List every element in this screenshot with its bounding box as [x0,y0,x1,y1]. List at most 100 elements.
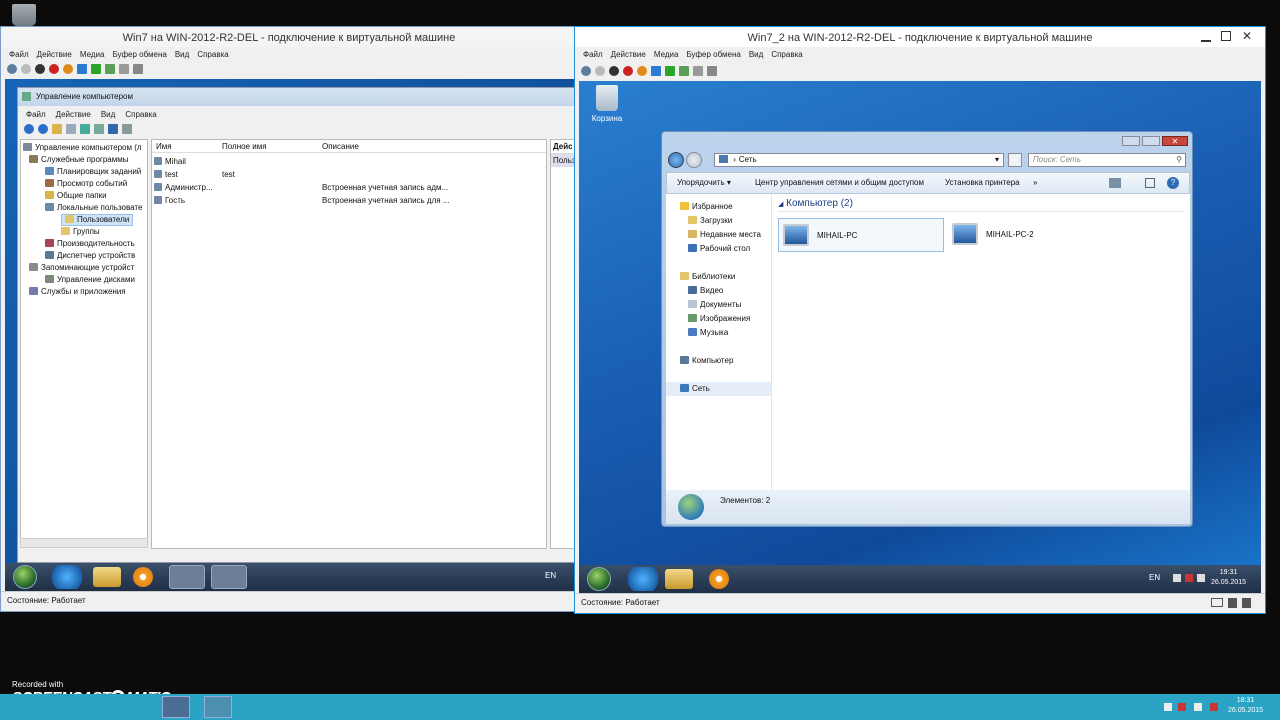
vm2-menu-file[interactable]: Файл [583,50,603,59]
nav-computer[interactable]: Компьютер [666,354,771,368]
taskbar-explorer-icon[interactable] [93,567,121,587]
col-name[interactable]: Имя [156,140,172,153]
nav-recent-places[interactable]: Недавние места [666,228,771,242]
properties-icon[interactable] [122,124,132,134]
view-options-icon[interactable] [1109,178,1121,188]
vm2-menu-action[interactable]: Действие [611,50,646,59]
vm2-menu-clipboard[interactable]: Буфер обмена [686,50,740,59]
col-fullname[interactable]: Полное имя [222,140,267,153]
vm1-menu-media[interactable]: Медиа [80,50,105,59]
address-bar[interactable]: › Сеть ▾ [714,153,1004,167]
mmc-menu-view[interactable]: Вид [101,110,115,119]
table-row[interactable]: Администр... Встроенная учетная запись а… [152,181,546,194]
computer-item[interactable]: MIHAIL-PC [778,218,944,252]
tree-item-performance[interactable]: Производительность [21,238,147,250]
table-row[interactable]: test test [152,168,546,181]
host-tray-flag-icon[interactable] [1164,703,1172,711]
tree-item-disk-management[interactable]: Управление дисками [21,274,147,286]
taskbar-media-player-icon[interactable] [133,567,153,587]
pause-icon[interactable] [651,66,661,76]
tree-item-services[interactable]: Службы и приложения [21,286,147,298]
mmc-menu-help[interactable]: Справка [125,110,156,119]
vm1-menu-clipboard[interactable]: Буфер обмена [112,50,166,59]
checkpoint-icon[interactable] [105,64,115,74]
revert-icon[interactable] [119,64,129,74]
tree-item-shared-folders[interactable]: Общие папки [21,190,147,202]
back-button-icon[interactable] [668,152,684,168]
checkpoint-icon[interactable] [679,66,689,76]
tray-flag-icon[interactable] [1173,574,1181,582]
enhanced-session-icon[interactable] [707,66,717,76]
maximize-icon[interactable] [1221,31,1231,41]
vm1-menu-help[interactable]: Справка [197,50,228,59]
vm2-menu-view[interactable]: Вид [749,50,763,59]
host-tray-volume-icon[interactable] [1210,703,1218,711]
tree-item-task-scheduler[interactable]: Планировщик заданий [21,166,147,178]
vm2-lang-indicator[interactable]: EN [1149,573,1160,582]
actions-item[interactable]: Польз [551,154,575,167]
minimize-icon[interactable] [1201,32,1211,42]
vm1-menu-action[interactable]: Действие [37,50,72,59]
address-dropdown-icon[interactable]: ▾ [995,154,999,166]
mmc-menu-file[interactable]: Файл [26,110,46,119]
refresh-icon[interactable] [1008,153,1022,167]
tree-item-storage[interactable]: Запоминающие устройст [21,262,147,274]
taskbar-media-player-icon[interactable] [709,569,729,589]
nav-desktop[interactable]: Рабочий стол [666,242,771,256]
taskbar-network-icon[interactable] [211,565,247,589]
desktop-recycle-bin[interactable]: Корзина [585,85,629,123]
help-icon[interactable] [108,124,118,134]
shutdown-icon[interactable] [49,64,59,74]
taskbar-ie-icon[interactable] [49,565,85,589]
col-description[interactable]: Описание [322,140,359,153]
nav-music[interactable]: Музыка [666,326,771,340]
more-commands-button[interactable]: » [1033,173,1037,193]
group-header[interactable]: ◢ Компьютер (2) [778,198,1184,212]
ctrl-alt-del-icon[interactable] [7,64,17,74]
vm2-clock[interactable]: 19:31 26.05.2015 [1211,568,1246,588]
vm2-menu-media[interactable]: Медиа [654,50,679,59]
windows-start-icon[interactable] [587,567,611,591]
show-hide-tree-icon[interactable] [66,124,76,134]
forward-arrow-icon[interactable] [38,124,48,134]
computer-item[interactable]: MIHAIL-PC-2 [948,218,1114,252]
nav-pictures[interactable]: Изображения [666,312,771,326]
add-printer-button[interactable]: Установка принтера [945,173,1020,193]
host-taskbar-hyperv-icon[interactable] [204,696,232,718]
table-row[interactable]: Mihail [152,155,546,168]
tree-item-system-tools[interactable]: Служебные программы [21,154,147,166]
tray-volume-icon[interactable] [1197,574,1205,582]
nav-favorites[interactable]: Избранное [666,200,771,214]
vm2-menu-help[interactable]: Справка [771,50,802,59]
back-arrow-icon[interactable] [24,124,34,134]
export-list-icon[interactable] [94,124,104,134]
refresh-icon[interactable] [80,124,90,134]
taskbar-explorer-icon[interactable] [665,569,693,589]
vm1-menu-view[interactable]: Вид [175,50,189,59]
host-taskbar-vm-icon[interactable] [162,696,190,718]
search-box[interactable]: Поиск: Сеть ⚲ [1028,153,1186,167]
table-row[interactable]: Гость Встроенная учетная запись для ... [152,194,546,207]
folder-up-icon[interactable] [52,124,62,134]
tree-item-local-users[interactable]: Локальные пользовате [21,202,147,214]
tree-horizontal-scrollbar[interactable] [20,538,148,548]
host-recycle-bin-icon[interactable] [12,4,36,26]
nav-libraries[interactable]: Библиотеки [666,270,771,284]
network-center-button[interactable]: Центр управления сетями и общим доступом [755,173,924,193]
tree-item-users[interactable]: Пользователи [21,214,147,226]
help-icon[interactable]: ? [1167,177,1179,189]
reset-icon[interactable] [665,66,675,76]
enhanced-session-icon[interactable] [133,64,143,74]
host-tray-network-icon[interactable] [1178,703,1186,711]
reset-icon[interactable] [91,64,101,74]
forward-button-icon[interactable] [686,152,702,168]
pause-icon[interactable] [77,64,87,74]
start-icon[interactable] [21,64,31,74]
nav-downloads[interactable]: Загрузки [666,214,771,228]
explorer-maximize-icon[interactable] [1142,136,1160,146]
preview-pane-icon[interactable] [1145,178,1155,188]
vm1-menu-file[interactable]: Файл [9,50,29,59]
taskbar-computer-management-icon[interactable] [169,565,205,589]
windows-start-icon[interactable] [13,565,37,589]
taskbar-ie-icon[interactable] [625,567,661,591]
